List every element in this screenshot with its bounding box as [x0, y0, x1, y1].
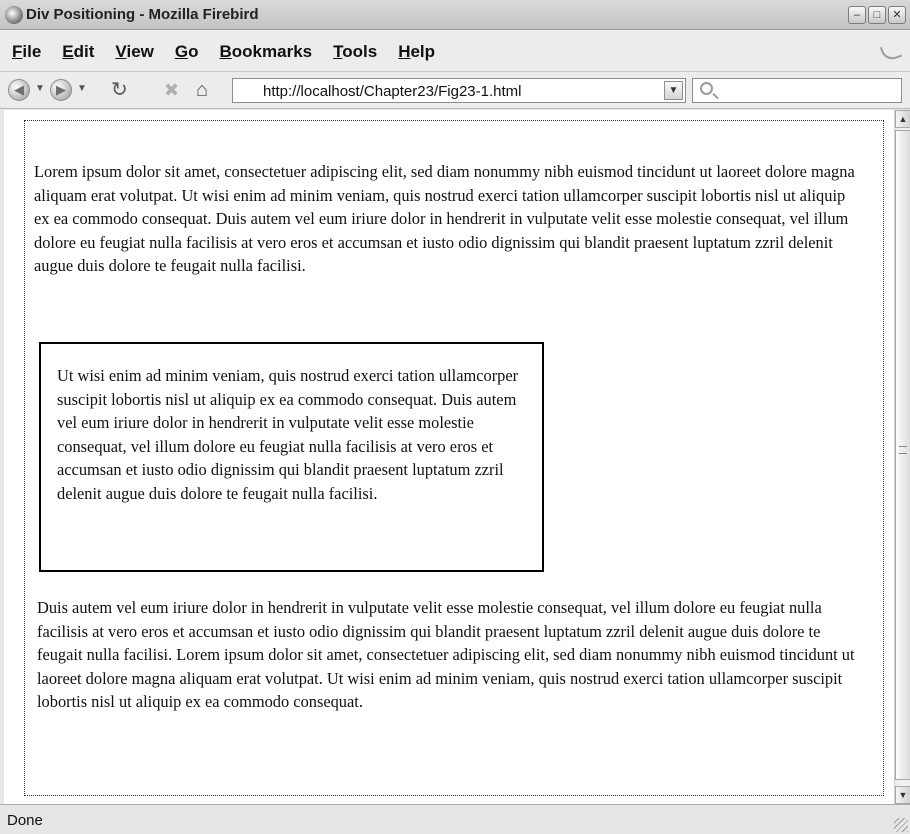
menu-bar: File Edit View Go Bookmarks Tools Help [0, 30, 910, 72]
menu-file[interactable]: File [12, 42, 41, 62]
menu-edit[interactable]: Edit [62, 42, 94, 62]
window-controls: – □ ✕ [848, 6, 906, 24]
search-icon [700, 82, 713, 95]
status-bar: Done [0, 804, 910, 834]
url-text[interactable]: http://localhost/Chapter23/Fig23-1.html [263, 83, 521, 100]
search-input[interactable] [692, 78, 902, 103]
back-dropdown-icon[interactable]: ▼ [35, 83, 45, 94]
positioned-box: Ut wisi enim ad minim veniam, quis nostr… [39, 342, 544, 572]
scroll-down-icon[interactable]: ▼ [895, 786, 910, 804]
content-viewport: Lorem ipsum dolor sit amet, consectetuer… [4, 110, 894, 804]
status-text: Done [7, 812, 43, 829]
paragraph-3: Duis autem vel eum iriure dolor in hendr… [37, 598, 855, 711]
title-bar: Div Positioning - Mozilla Firebird – □ ✕ [0, 0, 910, 30]
stop-icon[interactable]: ✖ [164, 79, 186, 101]
browser-window: Div Positioning - Mozilla Firebird – □ ✕… [0, 0, 910, 834]
scroll-thumb[interactable] [895, 130, 910, 780]
menu-help[interactable]: Help [398, 42, 435, 62]
minimize-button[interactable]: – [848, 6, 866, 24]
forward-icon[interactable]: ▶ [50, 79, 72, 101]
resize-grip-icon[interactable] [894, 818, 908, 832]
navigation-toolbar: ◀ ▼ ▶ ▼ ↻ ✖ ⌂ http://localhost/Chapter23… [0, 72, 910, 109]
throbber-icon [879, 41, 903, 63]
url-history-dropdown-icon[interactable]: ▼ [664, 81, 683, 100]
reload-icon[interactable]: ↻ [111, 79, 135, 101]
url-bar[interactable]: http://localhost/Chapter23/Fig23-1.html … [232, 78, 686, 103]
scroll-up-icon[interactable]: ▲ [895, 110, 910, 128]
boxed-paragraph: Ut wisi enim ad minim veniam, quis nostr… [57, 366, 519, 503]
menu-view[interactable]: View [115, 42, 153, 62]
home-icon[interactable]: ⌂ [196, 78, 222, 102]
menu-tools[interactable]: Tools [333, 42, 377, 62]
forward-dropdown-icon[interactable]: ▼ [77, 83, 87, 94]
paragraph-1: Lorem ipsum dolor sit amet, consectetuer… [34, 162, 855, 275]
maximize-button[interactable]: □ [868, 6, 886, 24]
scroll-grip-icon [899, 446, 907, 454]
vertical-scrollbar[interactable]: ▲ ▼ [894, 110, 910, 804]
menu-go[interactable]: Go [175, 42, 199, 62]
close-button[interactable]: ✕ [888, 6, 906, 24]
menu-items: File Edit View Go Bookmarks Tools Help [12, 42, 456, 62]
menu-bookmarks[interactable]: Bookmarks [220, 42, 313, 62]
back-icon[interactable]: ◀ [8, 79, 30, 101]
window-title: Div Positioning - Mozilla Firebird [26, 6, 259, 23]
firebird-logo-icon [5, 6, 23, 24]
